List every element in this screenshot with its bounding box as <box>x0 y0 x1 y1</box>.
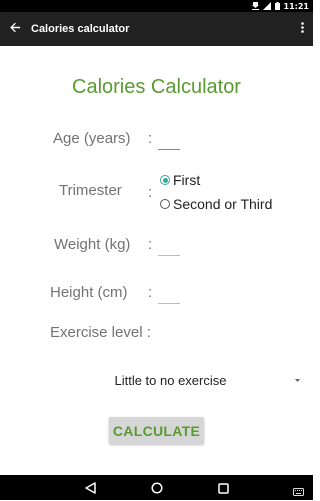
age-colon: : <box>148 130 153 147</box>
radio-first-label: First <box>173 172 201 188</box>
radio-second-label: Second or Third <box>173 196 273 212</box>
home-circle-icon[interactable] <box>151 481 163 499</box>
weight-input[interactable] <box>158 238 180 256</box>
height-label: Height (cm) <box>50 284 128 301</box>
weight-colon: : <box>148 236 153 253</box>
navigation-bar <box>0 475 313 500</box>
app-bar: Calories calculator <box>0 12 313 46</box>
back-button[interactable] <box>0 12 30 46</box>
trimester-label: Trimester <box>59 182 122 199</box>
weight-label: Weight (kg) <box>54 236 131 253</box>
age-input[interactable] <box>158 132 180 150</box>
signal-icon <box>262 2 271 10</box>
dropdown-arrow-icon <box>291 378 303 382</box>
exercise-selected-value: Little to no exercise <box>114 372 227 388</box>
form-content: Calories Calculator Age (years) : Trimes… <box>0 46 313 475</box>
radio-second-or-third[interactable]: Second or Third <box>160 196 272 212</box>
height-input[interactable] <box>158 286 180 304</box>
download-icon <box>251 2 259 10</box>
app-title: Calories calculator <box>31 23 130 35</box>
overflow-menu-button[interactable] <box>291 12 313 46</box>
back-triangle-icon[interactable] <box>85 481 96 499</box>
exercise-label: Exercise level : <box>50 324 151 341</box>
arrow-left-icon <box>9 20 21 38</box>
radio-button-checked[interactable] <box>160 175 170 185</box>
status-time: 11:21 <box>283 1 309 11</box>
radio-button-unchecked[interactable] <box>160 199 170 209</box>
page-heading: Calories Calculator <box>72 76 241 98</box>
trimester-colon: : <box>148 184 153 201</box>
status-bar: 11:21 <box>0 0 313 12</box>
keyboard-icon[interactable] <box>293 483 304 501</box>
radio-first[interactable]: First <box>160 172 200 188</box>
height-colon: : <box>148 284 153 301</box>
recents-square-icon[interactable] <box>218 481 229 499</box>
exercise-level-dropdown[interactable]: Little to no exercise <box>40 368 303 392</box>
age-label: Age (years) <box>53 130 131 147</box>
battery-icon <box>274 2 280 10</box>
overflow-menu-icon <box>300 20 304 38</box>
calculate-button[interactable]: CALCULATE <box>109 417 204 444</box>
